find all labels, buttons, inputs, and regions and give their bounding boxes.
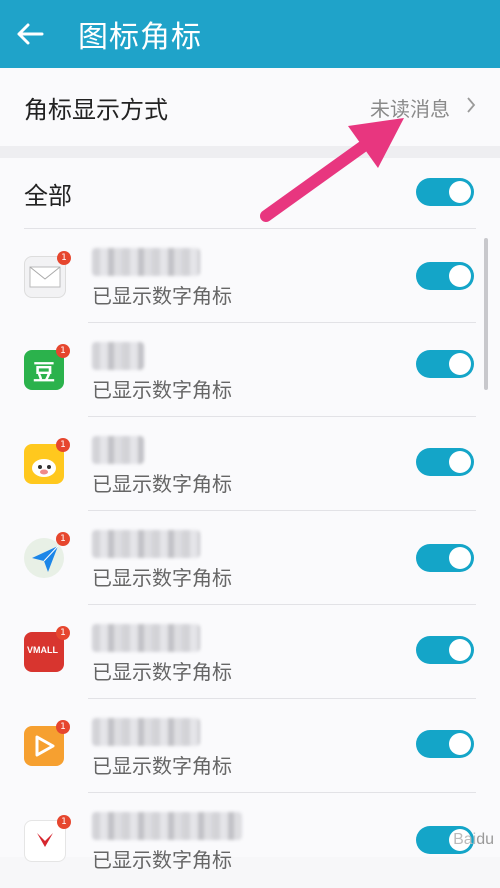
video-icon: 1 [24, 720, 70, 766]
toggle-knob [449, 265, 471, 287]
list-item: 1 已显示数字角标 [0, 230, 500, 324]
list-item: 1 已显示数字角标 [0, 794, 500, 888]
app-badge-status: 已显示数字角标 [92, 472, 232, 496]
app-badge-toggle[interactable] [416, 636, 474, 664]
divider [88, 416, 476, 417]
toggle-knob [449, 181, 471, 203]
app-name-blurred [92, 812, 242, 840]
navigation-icon: 1 [24, 532, 70, 578]
badge-mode-row[interactable]: 角标显示方式 未读消息 [0, 68, 500, 146]
toggle-knob [449, 639, 471, 661]
app-badge-toggle[interactable] [416, 262, 474, 290]
app-badge-toggle[interactable] [416, 544, 474, 572]
list-item: VMALL 1 已显示数字角标 [0, 606, 500, 700]
toggle-knob [449, 353, 471, 375]
fliggy-icon: 1 [24, 438, 70, 484]
notification-badge: 1 [56, 532, 70, 546]
app-badge-toggle[interactable] [416, 448, 474, 476]
vmall-label: VMALL [27, 645, 58, 655]
app-badge-status: 已显示数字角标 [92, 284, 232, 308]
notification-badge: 1 [57, 251, 71, 265]
notification-badge: 1 [56, 438, 70, 452]
divider [88, 322, 476, 323]
app-name-blurred [92, 530, 200, 558]
badge-mode-value: 未读消息 [370, 96, 450, 121]
mail-icon: 1 [24, 251, 71, 298]
divider [88, 698, 476, 699]
page-title: 图标角标 [78, 20, 202, 55]
notification-badge: 1 [56, 720, 70, 734]
list-item: 1 已显示数字角标 [0, 512, 500, 606]
douban-label: 豆 [33, 361, 56, 386]
app-badge-list: 全部 1 已显示数字角标 豆 1 已显示数字角标 1 已显示数字角标 1 已显示… [0, 158, 500, 872]
app-name-blurred [92, 718, 200, 746]
scrollbar[interactable] [484, 238, 488, 390]
app-name-blurred [92, 342, 144, 370]
all-apps-row: 全部 [0, 158, 500, 228]
toggle-knob [449, 547, 471, 569]
section-divider [0, 146, 500, 158]
app-badge-status: 已显示数字角标 [92, 378, 232, 402]
all-apps-label: 全部 [24, 182, 72, 210]
app-bar: 图标角标 [0, 0, 500, 68]
toggle-knob [449, 451, 471, 473]
app-name-blurred [92, 624, 200, 652]
app-name-blurred [92, 436, 144, 464]
vmall-icon: VMALL 1 [24, 626, 70, 672]
app-badge-status: 已显示数字角标 [92, 848, 232, 872]
badge-mode-label: 角标显示方式 [24, 95, 168, 124]
all-apps-toggle[interactable] [416, 178, 474, 206]
app-badge-status: 已显示数字角标 [92, 660, 232, 684]
divider [88, 510, 476, 511]
huawei-icon: 1 [24, 815, 71, 862]
divider [24, 228, 476, 229]
list-item: 1 已显示数字角标 [0, 700, 500, 794]
divider [88, 604, 476, 605]
notification-badge: 1 [57, 815, 71, 829]
divider [88, 792, 476, 793]
app-badge-status: 已显示数字角标 [92, 754, 232, 778]
list-item: 豆 1 已显示数字角标 [0, 324, 500, 418]
app-badge-status: 已显示数字角标 [92, 566, 232, 590]
chevron-right-icon [466, 96, 476, 118]
back-arrow-icon[interactable] [0, 0, 60, 68]
app-badge-toggle[interactable] [416, 730, 474, 758]
toggle-knob [449, 733, 471, 755]
baidu-watermark-logo: Baidu [453, 831, 494, 848]
app-name-blurred [92, 248, 200, 276]
notification-badge: 1 [56, 626, 70, 640]
notification-badge: 1 [56, 344, 70, 358]
app-badge-toggle[interactable] [416, 350, 474, 378]
list-item: 1 已显示数字角标 [0, 418, 500, 512]
douban-icon: 豆 1 [24, 344, 70, 390]
